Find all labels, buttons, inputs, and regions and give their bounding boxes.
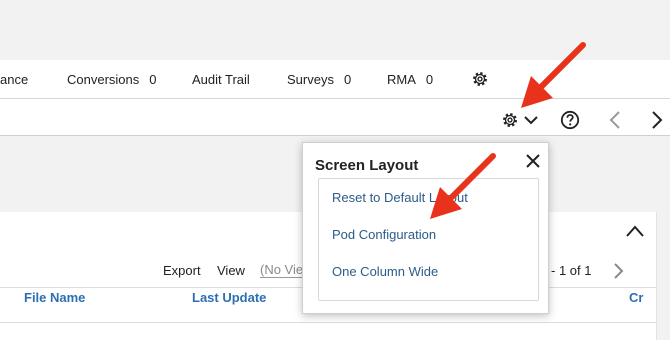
- tab-surveys[interactable]: Surveys 0: [287, 72, 351, 87]
- menu-item-pod-configuration[interactable]: Pod Configuration: [332, 227, 436, 242]
- tab-conversions[interactable]: Conversions 0: [67, 72, 157, 87]
- column-header-file-name[interactable]: File Name: [24, 290, 85, 305]
- tab-count: 0: [149, 72, 157, 87]
- column-header-last-update[interactable]: Last Update: [192, 290, 266, 305]
- tab-count: 0: [343, 72, 352, 87]
- chevron-down-icon[interactable]: [523, 114, 539, 126]
- pager-next-icon[interactable]: [611, 262, 625, 280]
- tab-label: RMA: [387, 72, 416, 87]
- tab-label: ance: [0, 72, 29, 87]
- tab-audit-trail[interactable]: Audit Trail: [192, 72, 250, 87]
- chevron-right-icon[interactable]: [650, 110, 664, 130]
- chevron-up-icon[interactable]: [624, 222, 646, 240]
- chevron-left-icon[interactable]: [608, 110, 622, 130]
- pager-text: - 1 of 1: [551, 263, 592, 278]
- export-button[interactable]: Export: [163, 263, 201, 278]
- tab-label: Audit Trail: [192, 72, 250, 87]
- annotation-arrow-icon: [521, 42, 586, 108]
- tab-count: 0: [425, 72, 434, 87]
- menu-item-one-column-wide[interactable]: One Column Wide: [332, 264, 438, 279]
- tab-label: Surveys: [287, 72, 334, 87]
- view-select[interactable]: (No View): [260, 262, 306, 278]
- tab-settings-gear-icon[interactable]: [471, 70, 489, 88]
- tab-label: Conversions: [67, 72, 140, 87]
- tab-compliance[interactable]: ance: [0, 72, 28, 87]
- annotation-arrow-icon: [430, 153, 496, 219]
- column-header-created[interactable]: Cr: [629, 290, 643, 305]
- tab-rma[interactable]: RMA 0: [387, 72, 433, 87]
- close-icon[interactable]: [525, 153, 541, 169]
- view-label: View: [217, 263, 245, 278]
- popup-title: Screen Layout: [315, 157, 419, 174]
